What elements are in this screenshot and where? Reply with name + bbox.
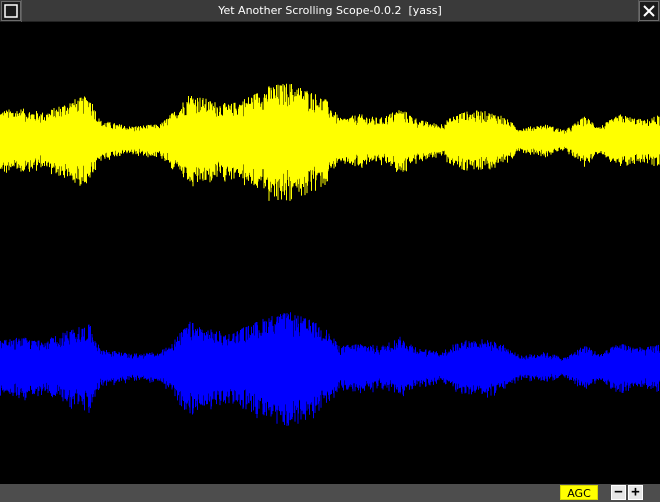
waveform-canvas [0,83,660,426]
status-bar: AGC − + [0,484,660,502]
window-menu-icon [2,2,20,20]
title-bar[interactable]: Yet Another Scrolling Scope-0.0.2 [yass] [0,0,660,22]
channel-1-waveform [0,83,660,201]
scope-display [0,22,660,484]
window-menu-button[interactable] [1,1,21,21]
close-button[interactable] [639,1,659,21]
window-title: Yet Another Scrolling Scope-0.0.2 [yass] [218,4,442,17]
agc-toggle[interactable]: AGC [560,485,598,500]
zoom-out-button[interactable]: − [611,485,626,500]
close-icon [640,2,658,20]
yass-window: Yet Another Scrolling Scope-0.0.2 [yass]… [0,0,660,502]
zoom-in-button[interactable]: + [628,485,643,500]
channel-2-waveform [0,312,660,426]
